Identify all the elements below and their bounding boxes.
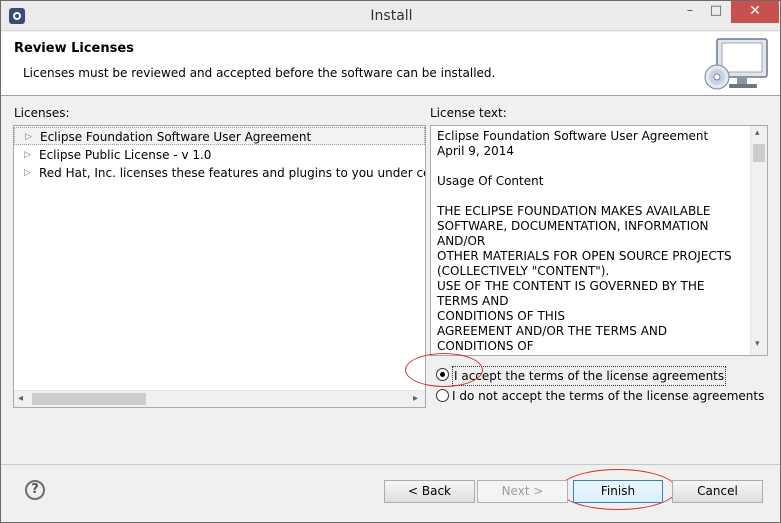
title-bar: Install – □ ✕ xyxy=(1,1,780,31)
licenses-tree[interactable]: ▷ Eclipse Foundation Software User Agree… xyxy=(13,125,426,408)
header-banner: Review Licenses Licenses must be reviewe… xyxy=(1,32,780,96)
finish-button[interactable]: Finish xyxy=(573,480,663,503)
scroll-left-icon[interactable]: ◂ xyxy=(18,393,23,404)
decline-label[interactable]: I do not accept the terms of the license… xyxy=(452,387,764,405)
scrollbar-thumb[interactable] xyxy=(753,144,765,162)
accept-label[interactable]: I accept the terms of the license agreem… xyxy=(452,366,727,386)
maximize-button[interactable]: □ xyxy=(703,1,729,23)
horizontal-scrollbar[interactable]: ◂ ▸ xyxy=(14,390,425,407)
scroll-down-icon[interactable]: ▾ xyxy=(755,339,760,349)
license-text-content: Eclipse Foundation Software User Agreeme… xyxy=(437,129,732,355)
tree-item-label: Red Hat, Inc. licenses these features an… xyxy=(39,166,425,180)
licenses-label: Licenses: xyxy=(14,106,70,120)
expand-arrow-icon[interactable]: ▷ xyxy=(24,146,31,164)
tree-item-eclipse-foundation[interactable]: ▷ Eclipse Foundation Software User Agree… xyxy=(14,127,425,145)
tree-item-red-hat[interactable]: ▷ Red Hat, Inc. licenses these features … xyxy=(14,164,425,182)
install-monitor-icon xyxy=(704,38,768,90)
license-text-label: License text: xyxy=(430,106,507,120)
tree-item-eclipse-public-license[interactable]: ▷ Eclipse Public License - v 1.0 xyxy=(14,146,425,164)
footer-separator xyxy=(1,464,780,465)
vertical-scrollbar[interactable]: ▴ ▾ xyxy=(750,126,767,355)
back-button[interactable]: < Back xyxy=(384,480,475,503)
close-button[interactable]: ✕ xyxy=(731,1,779,23)
window-title: Install xyxy=(370,8,413,24)
tree-item-label: Eclipse Public License - v 1.0 xyxy=(39,148,212,162)
license-text-area[interactable]: Eclipse Foundation Software User Agreeme… xyxy=(430,125,768,356)
cancel-button[interactable]: Cancel xyxy=(672,480,763,503)
page-title: Review Licenses xyxy=(14,41,134,56)
scroll-right-icon[interactable]: ▸ xyxy=(413,393,418,404)
scrollbar-thumb[interactable] xyxy=(32,393,146,405)
page-description: Licenses must be reviewed and accepted b… xyxy=(23,66,496,80)
accept-radio[interactable] xyxy=(436,368,449,381)
next-button[interactable]: Next > xyxy=(477,480,568,503)
install-dialog: Install – □ ✕ Review Licenses Licenses m… xyxy=(0,0,781,523)
minimize-button[interactable]: – xyxy=(677,1,703,23)
expand-arrow-icon[interactable]: ▷ xyxy=(25,128,32,144)
help-icon[interactable]: ? xyxy=(25,480,45,500)
expand-arrow-icon[interactable]: ▷ xyxy=(24,164,31,182)
scroll-up-icon[interactable]: ▴ xyxy=(755,128,760,138)
tree-item-label: Eclipse Foundation Software User Agreeme… xyxy=(40,130,312,144)
decline-radio[interactable] xyxy=(436,389,449,402)
